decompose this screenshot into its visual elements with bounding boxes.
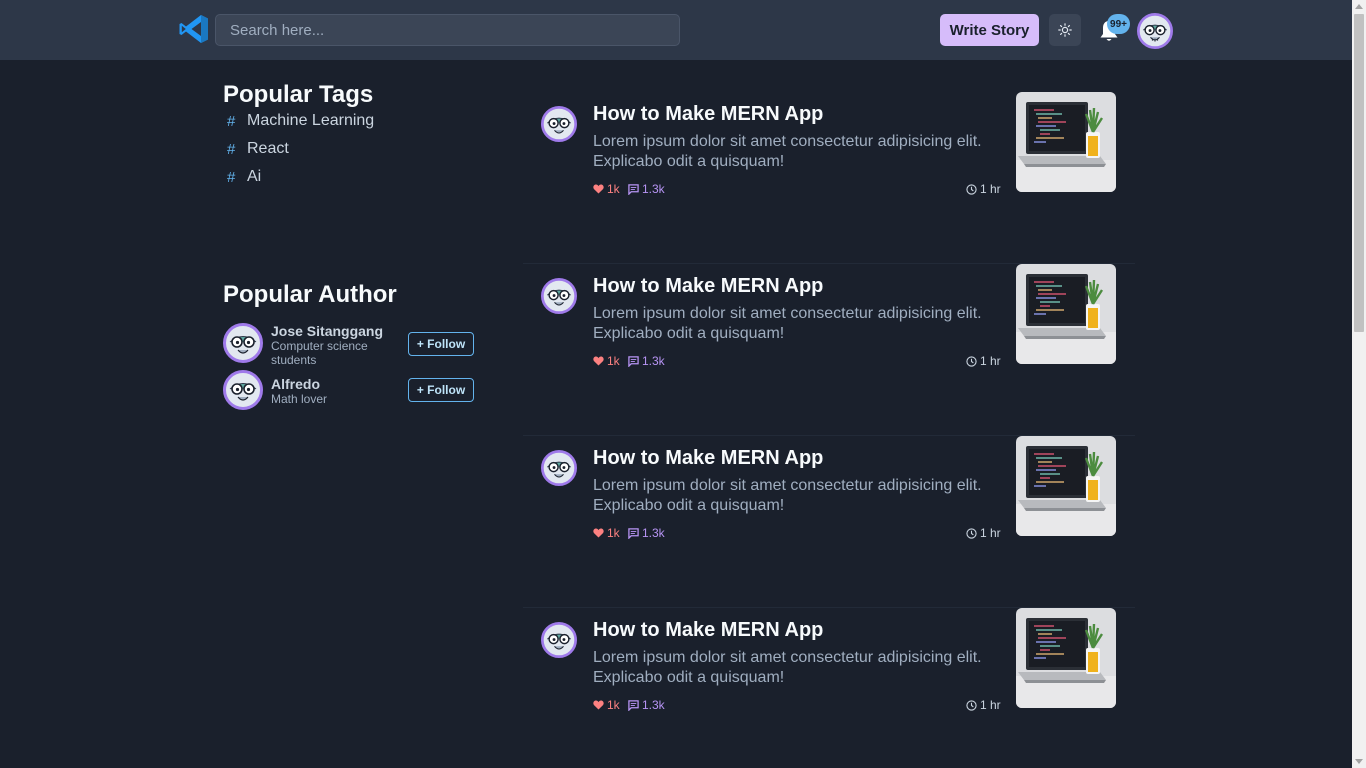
- likes-count: 1k: [607, 182, 620, 196]
- follow-button[interactable]: + Follow: [408, 332, 474, 356]
- post-title[interactable]: How to Make MERN App: [593, 447, 823, 470]
- post-author-avatar[interactable]: [541, 622, 577, 658]
- likes-count: 1k: [607, 526, 620, 540]
- write-story-button[interactable]: Write Story: [940, 14, 1039, 46]
- author-bio: Computer science students: [271, 339, 368, 367]
- post-card[interactable]: How to Make MERN App Lorem ipsum dolor s…: [523, 608, 1135, 768]
- laptop-thumbnail[interactable]: [1016, 436, 1116, 536]
- post-excerpt: Lorem ipsum dolor sit amet consectetur a…: [593, 133, 982, 170]
- post-author-avatar[interactable]: [541, 278, 577, 314]
- comment-icon: [628, 527, 639, 539]
- post-title[interactable]: How to Make MERN App: [593, 275, 823, 298]
- time-label: 1 hr: [980, 526, 1001, 540]
- hash-icon: #: [227, 112, 236, 130]
- post-excerpt: Lorem ipsum dolor sit amet consectetur a…: [593, 305, 982, 342]
- tag-label: Machine Learning: [247, 112, 375, 129]
- post-excerpt: Lorem ipsum dolor sit amet consectetur a…: [593, 477, 982, 514]
- scroll-up-arrow-icon[interactable]: [1355, 4, 1363, 9]
- top-navbar: Write Story 99+: [0, 0, 1352, 60]
- post-time: 1 hr: [966, 698, 1001, 712]
- heart-icon: [593, 356, 604, 366]
- comments-count: 1.3k: [642, 182, 665, 196]
- laptop-thumbnail[interactable]: [1016, 264, 1116, 364]
- post-likes[interactable]: 1k: [593, 354, 620, 368]
- comment-icon: [628, 183, 639, 195]
- notification-count-badge: 99+: [1107, 14, 1130, 34]
- tag-ai[interactable]: # Ai: [224, 168, 261, 186]
- tag-react[interactable]: # React: [224, 140, 289, 158]
- author-bio: Math lover: [271, 392, 328, 406]
- comment-icon: [628, 355, 639, 367]
- comments-count: 1.3k: [642, 354, 665, 368]
- post-card[interactable]: How to Make MERN App Lorem ipsum dolor s…: [523, 436, 1135, 608]
- time-label: 1 hr: [980, 182, 1001, 196]
- follow-button[interactable]: + Follow: [408, 378, 474, 402]
- author-avatar[interactable]: [223, 370, 263, 410]
- user-avatar[interactable]: [1137, 13, 1173, 49]
- post-time: 1 hr: [966, 354, 1001, 368]
- likes-count: 1k: [607, 698, 620, 712]
- clock-icon: [966, 699, 977, 711]
- hash-icon: #: [227, 140, 236, 158]
- hash-icon: #: [227, 168, 236, 186]
- post-time: 1 hr: [966, 526, 1001, 540]
- tag-label: Ai: [247, 168, 262, 185]
- heart-icon: [593, 700, 604, 710]
- post-title[interactable]: How to Make MERN App: [593, 103, 823, 126]
- popular-author-title: Popular Author: [223, 281, 397, 308]
- clock-icon: [966, 183, 977, 195]
- author-avatar[interactable]: [223, 323, 263, 363]
- clock-icon: [966, 527, 977, 539]
- post-excerpt: Lorem ipsum dolor sit amet consectetur a…: [593, 649, 982, 686]
- post-comments[interactable]: 1.3k: [628, 182, 665, 196]
- page-scrollbar[interactable]: [1352, 0, 1366, 768]
- post-card[interactable]: How to Make MERN App Lorem ipsum dolor s…: [523, 264, 1135, 436]
- comment-icon: [628, 699, 639, 711]
- heart-icon: [593, 528, 604, 538]
- post-likes[interactable]: 1k: [593, 182, 620, 196]
- post-likes[interactable]: 1k: [593, 526, 620, 540]
- author-name[interactable]: Alfredo: [271, 376, 320, 392]
- search-input[interactable]: [215, 14, 680, 46]
- post-comments[interactable]: 1.3k: [628, 354, 665, 368]
- popular-tags-title: Popular Tags: [223, 81, 374, 108]
- post-comments[interactable]: 1.3k: [628, 698, 665, 712]
- comments-count: 1.3k: [642, 526, 665, 540]
- post-author-avatar[interactable]: [541, 106, 577, 142]
- post-card[interactable]: How to Make MERN App Lorem ipsum dolor s…: [523, 92, 1135, 264]
- author-name[interactable]: Jose Sitanggang: [271, 323, 383, 339]
- scroll-thumb[interactable]: [1354, 14, 1364, 332]
- post-title[interactable]: How to Make MERN App: [593, 619, 823, 642]
- vscode-logo-icon[interactable]: [178, 13, 210, 45]
- theme-toggle-button[interactable]: [1049, 14, 1081, 46]
- tag-label: React: [247, 140, 289, 157]
- comments-count: 1.3k: [642, 698, 665, 712]
- time-label: 1 hr: [980, 698, 1001, 712]
- tag-machine-learning[interactable]: # Machine Learning: [224, 112, 374, 130]
- clock-icon: [966, 355, 977, 367]
- heart-icon: [593, 184, 604, 194]
- post-comments[interactable]: 1.3k: [628, 526, 665, 540]
- time-label: 1 hr: [980, 354, 1001, 368]
- post-time: 1 hr: [966, 182, 1001, 196]
- post-likes[interactable]: 1k: [593, 698, 620, 712]
- scroll-down-arrow-icon[interactable]: [1355, 759, 1363, 764]
- laptop-thumbnail[interactable]: [1016, 92, 1116, 192]
- likes-count: 1k: [607, 354, 620, 368]
- sun-icon: [1058, 23, 1072, 37]
- post-author-avatar[interactable]: [541, 450, 577, 486]
- laptop-thumbnail[interactable]: [1016, 608, 1116, 708]
